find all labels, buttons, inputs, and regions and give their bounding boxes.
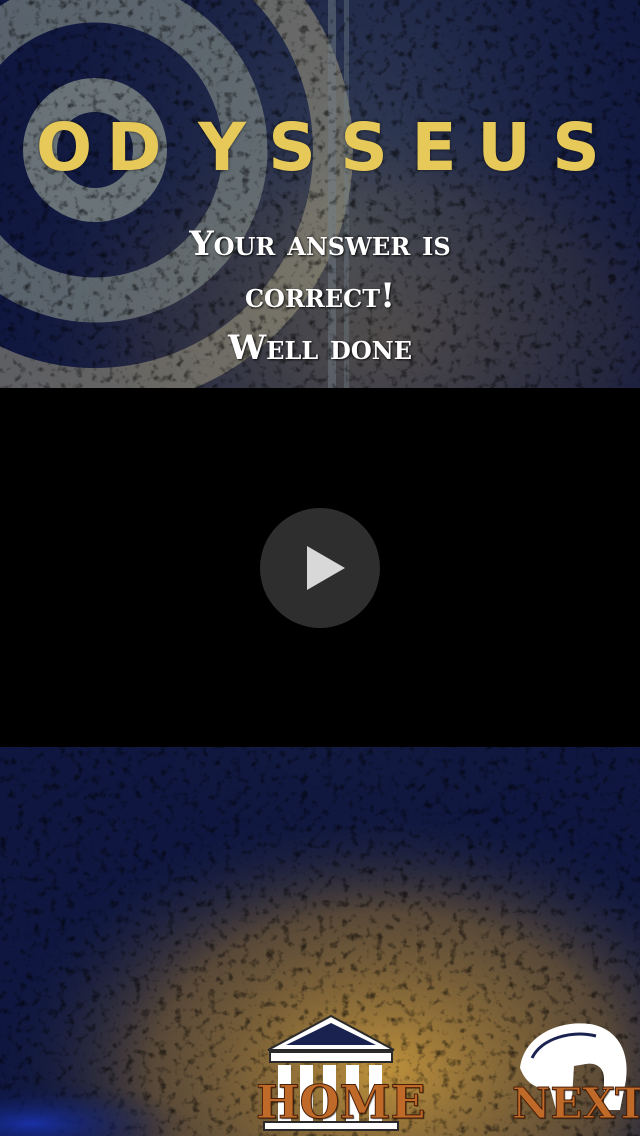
play-button[interactable] xyxy=(260,508,380,628)
next-label: NEXT xyxy=(512,1079,640,1129)
home-button[interactable]: HOME xyxy=(256,1012,427,1132)
title-letter: E xyxy=(411,109,457,186)
result-line-2: correct! xyxy=(244,276,396,316)
title-letter: U xyxy=(477,109,531,186)
result-line-3: Well done xyxy=(227,328,412,368)
result-line-1: Your answer is xyxy=(189,224,451,264)
app-title: O D Y S S E U S xyxy=(0,110,640,190)
title-letter: S xyxy=(268,109,316,186)
title-letter: O xyxy=(35,109,93,186)
title-letter: D xyxy=(106,109,162,186)
home-label: HOME xyxy=(256,1075,427,1130)
result-message: Your answer is correct! Well done xyxy=(100,218,540,374)
title-letter: Y xyxy=(198,109,246,186)
next-button[interactable]: NEXT xyxy=(512,1018,640,1130)
title-letter: S xyxy=(552,109,600,186)
title-letter: S xyxy=(340,109,388,186)
app-screen: O D Y S S E U S Your answer is correct! … xyxy=(0,0,640,1136)
video-player[interactable] xyxy=(0,388,640,747)
play-icon xyxy=(307,546,345,590)
